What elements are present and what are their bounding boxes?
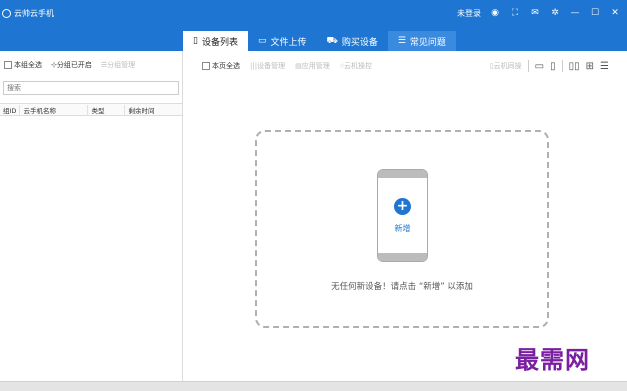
device-manage-icon: ||| — [250, 62, 258, 70]
app-manage-button[interactable]: ▤ 应用管理 — [295, 61, 330, 71]
add-device-button[interactable]: + 新增 — [377, 169, 428, 262]
col-remaining-time[interactable]: 剩余时间 — [125, 105, 157, 115]
toolbar-divider — [527, 60, 529, 72]
user-icon[interactable]: ◉ — [489, 7, 501, 19]
menu-view-icon[interactable]: ☰ — [600, 61, 609, 72]
grid-view-icon[interactable]: ⊞ — [586, 61, 594, 72]
fullscreen-icon[interactable]: ⛶ — [509, 7, 521, 19]
landscape-icon[interactable]: ▭ — [535, 61, 544, 72]
app-title-text: 云帅云手机 — [14, 9, 54, 18]
message-icon[interactable]: ✉ — [529, 7, 541, 19]
page-select-all[interactable]: 本页全选 — [202, 61, 240, 71]
group-select-all-label: 本组全选 — [14, 61, 42, 69]
watermark: 最需网 — [515, 345, 590, 374]
group-panel: 本组全选 ⊹ 分组已开启 ☰ 分组管理 组ID 云手机名称 类型 剩余时间 — [0, 51, 183, 381]
list-icon: ☰ — [397, 36, 406, 46]
cloud-control-button[interactable]: ☝ 云机操控 — [340, 61, 372, 71]
group-manage-label: 分组管理 — [107, 61, 136, 69]
group-select-all-checkbox[interactable] — [4, 61, 12, 69]
portrait-icon[interactable]: ▯ — [550, 61, 556, 72]
main-tabs: ▯ 设备列表 ▭ 文件上传 ⛟ 购买设备 ☰ 常见问题 — [183, 31, 627, 51]
app-title: 云帅云手机 — [2, 8, 54, 19]
close-icon[interactable]: ✕ — [609, 7, 621, 19]
tab-device-list[interactable]: ▯ 设备列表 — [183, 31, 248, 51]
maximize-icon[interactable]: ☐ — [589, 7, 601, 19]
cloud-control-label: 云机操控 — [343, 62, 372, 70]
groups-open-toggle[interactable]: ⊹ 分组已开启 — [51, 60, 92, 70]
groups-open-label: 分组已开启 — [56, 61, 92, 69]
view-controls: ▯ 云机同操 ▭ ▯ ▯▯ ⊞ ☰ — [490, 60, 609, 72]
title-controls: 未登录 ◉ ⛶ ✉ ✲ — ☐ ✕ — [457, 7, 621, 19]
search-input[interactable] — [3, 81, 179, 95]
device-panel: 本页全选 ||| 设备管理 ▤ 应用管理 ☝ 云机操控 ▯ 云机同操 ▭ ▯ ▯… — [184, 51, 627, 381]
phone-icon: ▯ — [193, 36, 198, 46]
tab-faq[interactable]: ☰ 常见问题 — [387, 31, 456, 51]
cloud-sync-button[interactable]: ▯ 云机同操 — [490, 61, 522, 71]
tab-buy-device[interactable]: ⛟ 购买设备 — [317, 31, 388, 51]
app-manage-label: 应用管理 — [301, 62, 330, 70]
device-manage-label: 设备管理 — [257, 62, 286, 70]
empty-message: 无任何新设备！请点击 “新增” 以添加 — [331, 282, 473, 292]
toolbar-divider — [561, 60, 563, 72]
page-select-all-label: 本页全选 — [212, 62, 240, 70]
tab-faq-label: 常见问题 — [409, 37, 446, 48]
add-device-label: 新增 — [394, 224, 411, 233]
device-manage-button[interactable]: ||| 设备管理 — [250, 61, 285, 71]
title-bar: 云帅云手机 未登录 ◉ ⛶ ✉ ✲ — ☐ ✕ — [0, 0, 627, 31]
list-view-icon[interactable]: ▯▯ — [569, 61, 580, 72]
folder-icon: ▭ — [257, 36, 267, 46]
device-table-header: 组ID 云手机名称 类型 剩余时间 — [0, 103, 182, 116]
col-group-id[interactable]: 组ID — [0, 104, 21, 115]
device-toolbar: 本页全选 ||| 设备管理 ▤ 应用管理 ☝ 云机操控 ▯ 云机同操 ▭ ▯ ▯… — [184, 51, 627, 81]
group-select-all[interactable]: 本组全选 — [4, 60, 42, 70]
tab-file-upload[interactable]: ▭ 文件上传 — [248, 31, 317, 51]
app-logo-icon — [2, 9, 11, 18]
page-select-all-checkbox[interactable] — [202, 62, 210, 70]
cart-icon: ⛟ — [326, 35, 338, 46]
login-status[interactable]: 未登录 — [457, 8, 481, 19]
tab-device-list-label: 设备列表 — [201, 37, 238, 48]
tab-file-upload-label: 文件上传 — [270, 37, 307, 48]
empty-dropzone: + 新增 无任何新设备！请点击 “新增” 以添加 — [255, 130, 549, 328]
tab-buy-device-label: 购买设备 — [341, 37, 378, 48]
cloud-sync-label: 云机同操 — [493, 62, 522, 70]
group-toolbar: 本组全选 ⊹ 分组已开启 ☰ 分组管理 — [0, 51, 182, 79]
plus-icon: + — [394, 198, 411, 215]
status-bar — [0, 381, 627, 391]
group-manage-button[interactable]: ☰ 分组管理 — [101, 60, 135, 70]
col-phone-name[interactable]: 云手机名称 — [20, 104, 89, 115]
settings-icon[interactable]: ✲ — [549, 7, 561, 19]
app-manage-icon: ▤ — [295, 62, 302, 70]
phone-bottom-bar — [378, 253, 427, 261]
phone-top-bar — [378, 170, 427, 178]
col-type[interactable]: 类型 — [88, 104, 126, 115]
tabstrip-spacer — [0, 31, 183, 51]
minimize-icon[interactable]: — — [569, 7, 581, 19]
